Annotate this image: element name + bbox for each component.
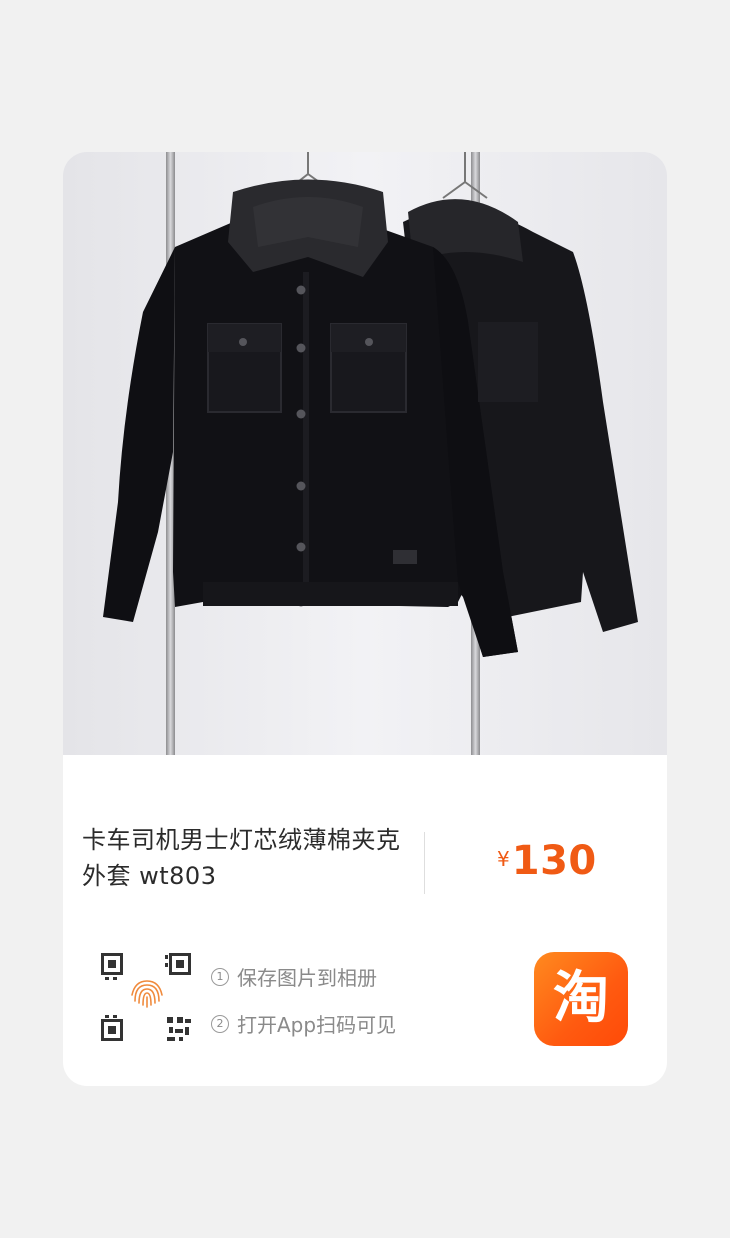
step-text: 保存图片到相册 bbox=[237, 966, 377, 990]
step-text: 打开App扫码可见 bbox=[237, 1013, 397, 1037]
step-number: 2 bbox=[211, 1014, 229, 1033]
product-title[interactable]: 卡车司机男士灯芯绒薄棉夹克外套 wt803 bbox=[82, 822, 417, 894]
product-image[interactable] bbox=[63, 152, 667, 755]
fingerprint-icon bbox=[131, 980, 163, 1008]
currency-symbol: ¥ bbox=[497, 847, 510, 871]
price-value: 130 bbox=[511, 838, 597, 884]
share-step-2: 2 打开App扫码可见 bbox=[211, 1009, 396, 1038]
price: ¥130 bbox=[497, 838, 597, 884]
step-number: 1 bbox=[211, 967, 229, 986]
divider bbox=[424, 832, 425, 894]
qr-code-icon[interactable] bbox=[99, 949, 195, 1045]
taobao-app-icon[interactable]: 淘 bbox=[534, 952, 628, 1046]
share-step-1: 1 保存图片到相册 bbox=[211, 962, 377, 991]
share-card: 卡车司机男士灯芯绒薄棉夹克外套 wt803 ¥130 1 保存图片到相册 2 打… bbox=[63, 152, 667, 1086]
